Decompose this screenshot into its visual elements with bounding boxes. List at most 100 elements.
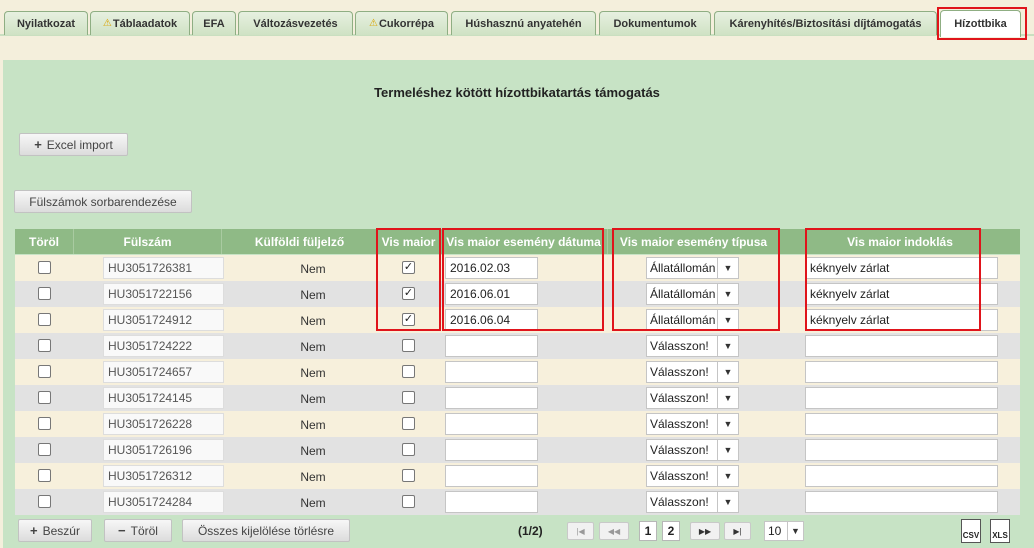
chevron-down-icon: ▼ <box>717 284 738 304</box>
tab-dokumentumok[interactable]: Dokumentumok <box>599 11 711 35</box>
event-type-value: Állatállomán <box>650 287 716 301</box>
event-date-input[interactable]: 2016.06.01 <box>445 283 538 305</box>
event-type-value: Állatállomán <box>650 313 716 327</box>
delete-checkbox[interactable] <box>38 287 51 300</box>
ear-tag-field[interactable]: HU3051724912 <box>103 309 224 331</box>
ear-tag-field[interactable]: HU3051724284 <box>103 491 224 513</box>
reason-input[interactable] <box>805 439 998 461</box>
event-date-input[interactable]: 2016.02.03 <box>445 257 538 279</box>
vis-maior-checkbox[interactable] <box>402 443 415 456</box>
tab-efa[interactable]: EFA <box>192 11 236 35</box>
ear-tag-field[interactable]: HU3051726312 <box>103 465 224 487</box>
vis-maior-checkbox[interactable] <box>402 495 415 508</box>
ear-tag-field[interactable]: HU3051724145 <box>103 387 224 409</box>
delete-checkbox[interactable] <box>38 313 51 326</box>
tab-label: EFA <box>203 17 225 30</box>
ear-tag-value: HU3051724284 <box>108 495 193 509</box>
excel-import-button[interactable]: + Excel import <box>19 133 128 156</box>
vis-maior-checkbox[interactable]: ✓ <box>402 287 415 300</box>
event-type-select[interactable]: Válasszon! ▼ <box>646 335 739 357</box>
tab-hushasznu-anyatehen[interactable]: Húshasznú anyatehén <box>451 11 596 35</box>
event-date-input[interactable] <box>445 491 538 513</box>
event-type-select[interactable]: Válasszon! ▼ <box>646 387 739 409</box>
first-page-icon[interactable]: |◀ <box>567 522 594 540</box>
vis-maior-checkbox[interactable] <box>402 417 415 430</box>
tab-hizottbika[interactable]: Hízottbika <box>940 10 1021 37</box>
ear-tag-field[interactable]: HU3051724657 <box>103 361 224 383</box>
vis-maior-checkbox[interactable]: ✓ <box>402 261 415 274</box>
delete-checkbox[interactable] <box>38 261 51 274</box>
page-2-button[interactable]: 2 <box>662 521 680 541</box>
event-date-input[interactable] <box>445 335 538 357</box>
tab-karenyhites[interactable]: Kárenyhítés/Biztosítási díjtámogatás <box>714 11 937 35</box>
foreign-tag-value: Nem <box>300 366 326 380</box>
tab-label: Nyilatkozat <box>16 17 76 30</box>
tab-cukorrepa[interactable]: ⚠ Cukorrépa <box>355 11 448 35</box>
event-type-select[interactable]: Válasszon! ▼ <box>646 361 739 383</box>
ear-tag-field[interactable]: HU3051722156 <box>103 283 224 305</box>
event-date-input[interactable]: 2016.06.04 <box>445 309 538 331</box>
event-type-select[interactable]: Állatállomán ▼ <box>646 283 739 305</box>
delete-checkbox[interactable] <box>38 365 51 378</box>
vis-maior-checkbox[interactable] <box>402 391 415 404</box>
page-1-button[interactable]: 1 <box>639 521 657 541</box>
ear-tag-field[interactable]: HU3051724222 <box>103 335 224 357</box>
reason-input[interactable]: kéknyelv zárlat <box>805 283 998 305</box>
reason-input[interactable] <box>805 413 998 435</box>
event-type-select[interactable]: Válasszon! ▼ <box>646 465 739 487</box>
delete-button[interactable]: − Töröl <box>104 519 172 542</box>
reason-input[interactable] <box>805 335 998 357</box>
delete-checkbox[interactable] <box>38 391 51 404</box>
xls-export-icon[interactable]: XLS <box>990 519 1010 543</box>
delete-checkbox[interactable] <box>38 339 51 352</box>
ear-tag-value: HU3051724222 <box>108 339 193 353</box>
vis-maior-checkbox[interactable] <box>402 365 415 378</box>
delete-checkbox[interactable] <box>38 469 51 482</box>
event-date-input[interactable] <box>445 465 538 487</box>
chevron-down-icon: ▼ <box>717 258 738 278</box>
event-type-value: Válasszon! <box>650 391 709 405</box>
reason-input[interactable] <box>805 491 998 513</box>
tab-tablaadatok[interactable]: ⚠ Táblaadatok <box>90 11 190 35</box>
event-type-select[interactable]: Állatállomán ▼ <box>646 309 739 331</box>
delete-checkbox[interactable] <box>38 443 51 456</box>
event-date-input[interactable] <box>445 361 538 383</box>
vis-maior-checkbox[interactable] <box>402 469 415 482</box>
ear-tag-field[interactable]: HU3051726228 <box>103 413 224 435</box>
reason-input[interactable]: kéknyelv zárlat <box>805 257 998 279</box>
chevron-down-icon: ▼ <box>717 336 738 356</box>
event-date-input[interactable] <box>445 439 538 461</box>
reason-input[interactable] <box>805 465 998 487</box>
ear-tag-field[interactable]: HU3051726381 <box>103 257 224 279</box>
next-page-icon[interactable]: ▶▶ <box>690 522 720 540</box>
plus-icon: + <box>30 523 38 538</box>
tab-label: Dokumentumok <box>613 17 697 30</box>
event-type-select[interactable]: Válasszon! ▼ <box>646 413 739 435</box>
ear-tag-value: HU3051726196 <box>108 443 193 457</box>
csv-export-icon[interactable]: CSV <box>961 519 981 543</box>
last-page-icon[interactable]: ▶| <box>724 522 751 540</box>
clear-selection-button[interactable]: Összes kijelölése törlésre <box>182 519 350 542</box>
event-date-input[interactable] <box>445 387 538 409</box>
chevron-down-icon: ▼ <box>717 492 738 512</box>
event-type-select[interactable]: Válasszon! ▼ <box>646 439 739 461</box>
reason-input[interactable]: kéknyelv zárlat <box>805 309 998 331</box>
prev-page-icon[interactable]: ◀◀ <box>599 522 629 540</box>
reason-input[interactable] <box>805 361 998 383</box>
header-delete: Töröl <box>15 229 74 254</box>
insert-button[interactable]: + Beszúr <box>18 519 92 542</box>
tab-nyilatkozat[interactable]: Nyilatkozat <box>4 11 88 35</box>
event-type-select[interactable]: Állatállomán ▼ <box>646 257 739 279</box>
reason-input[interactable] <box>805 387 998 409</box>
sort-ear-tags-button[interactable]: Fülszámok sorbarendezése <box>14 190 192 213</box>
ear-tag-field[interactable]: HU3051726196 <box>103 439 224 461</box>
page-size-select[interactable]: 10 ▼ <box>764 521 804 541</box>
vis-maior-checkbox[interactable] <box>402 339 415 352</box>
vis-maior-checkbox[interactable]: ✓ <box>402 313 415 326</box>
event-type-select[interactable]: Válasszon! ▼ <box>646 491 739 513</box>
delete-checkbox[interactable] <box>38 495 51 508</box>
event-date-input[interactable] <box>445 413 538 435</box>
tab-valtozasvezetes[interactable]: Változásvezetés <box>238 11 353 35</box>
delete-checkbox[interactable] <box>38 417 51 430</box>
tab-bar: Nyilatkozat ⚠ Táblaadatok EFA Változásvez… <box>0 0 1034 37</box>
